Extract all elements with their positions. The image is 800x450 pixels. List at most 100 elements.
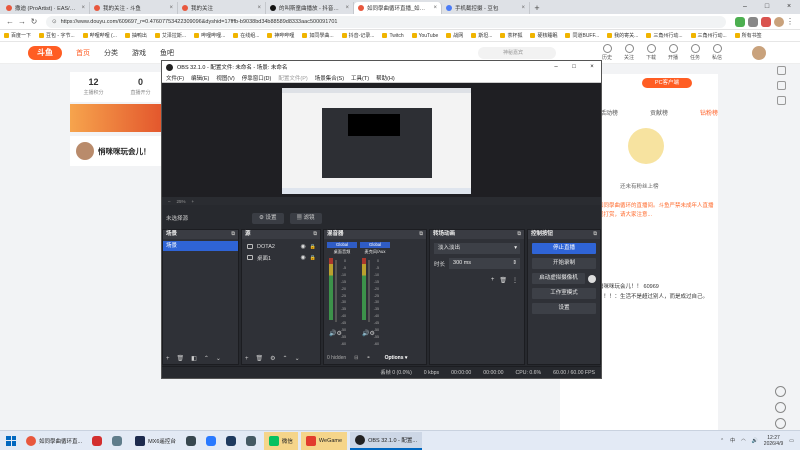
bookmark[interactable]: 神哔哔哩	[267, 32, 294, 39]
browser-tab[interactable]: 我的关注 - 斗鱼 ×	[90, 2, 178, 14]
bookmark[interactable]: 三角州行动...	[690, 32, 727, 39]
close-tab-icon[interactable]: ×	[433, 5, 437, 11]
notification-icon[interactable]: ▭	[789, 438, 794, 444]
menu-docks[interactable]: 停靠窗口(D)	[242, 74, 272, 82]
history-icon[interactable]: 历史	[596, 44, 618, 61]
task-icon[interactable]: 任务	[684, 44, 706, 61]
dock-float-icon[interactable]: ⧉	[593, 230, 597, 239]
broadcast-icon[interactable]: 开播	[662, 44, 684, 61]
maximize-button[interactable]: □	[756, 0, 778, 13]
new-tab-button[interactable]: +	[530, 2, 544, 14]
browser-tab[interactable]: 手机截控摄 - 豆包 ×	[442, 2, 530, 14]
nav-home[interactable]: 首页	[76, 48, 90, 58]
remove-icon[interactable]: 🗑	[177, 355, 185, 362]
studio-mode-button[interactable]: 工作室模式	[532, 288, 596, 299]
bookmark[interactable]: 硬核睡眠	[530, 32, 557, 39]
zoom-out-icon[interactable]: –	[168, 199, 171, 204]
feedback-icon[interactable]	[775, 386, 786, 397]
minimize-button[interactable]: –	[547, 64, 565, 70]
taskbar-app-wechat[interactable]: 微信	[263, 431, 298, 450]
menu-icon[interactable]: ⋮	[784, 17, 796, 26]
add-icon[interactable]: +	[245, 356, 249, 362]
menu-help[interactable]: 帮助(H)	[376, 74, 395, 82]
remove-icon[interactable]: 🗑	[499, 277, 507, 284]
douyu-logo[interactable]: 斗鱼	[28, 45, 62, 60]
tab-activity-rank[interactable]: 活动榜	[600, 108, 618, 117]
bookmark[interactable]: 豆包 - 字节...	[39, 32, 75, 39]
taskbar-app-icon[interactable]	[112, 435, 123, 446]
steam-icon[interactable]	[225, 435, 236, 446]
back-icon[interactable]: ←	[4, 17, 16, 26]
close-button[interactable]: ×	[778, 0, 800, 13]
promo-banner[interactable]	[70, 104, 164, 132]
bookmark[interactable]: 战网	[446, 32, 463, 39]
network-icon[interactable]: ◠	[741, 438, 745, 444]
bookmark[interactable]: 在线组...	[233, 32, 259, 39]
download-icon[interactable]: 下载	[640, 44, 662, 61]
close-tab-icon[interactable]: ×	[81, 5, 85, 11]
taskbar-app-icon[interactable]	[185, 435, 196, 446]
minimize-button[interactable]: –	[734, 0, 756, 13]
clock[interactable]: 12:27 2026/4/9	[764, 435, 783, 447]
add-icon[interactable]: +	[166, 356, 170, 362]
tray-chevron-icon[interactable]: ⌃	[720, 438, 724, 444]
lock-icon[interactable]: 🔒	[310, 244, 316, 250]
bookmark[interactable]: YouTube	[411, 33, 438, 39]
tab-diamond-rank[interactable]: 钻粉榜	[700, 108, 718, 117]
lock-icon[interactable]: 🔒	[310, 255, 316, 261]
mute-speaker-icon[interactable]: 🔊⚙	[362, 330, 375, 337]
visibility-eye-icon[interactable]: ◉	[301, 243, 306, 250]
stop-streaming-button[interactable]: 停止直播	[532, 243, 596, 254]
bookmark[interactable]: 抖音-记录...	[341, 32, 374, 39]
volume-fader[interactable]	[335, 260, 337, 322]
service-icon[interactable]	[775, 418, 786, 429]
user-avatar[interactable]	[752, 46, 766, 60]
maximize-button[interactable]: □	[565, 64, 583, 70]
zoom-in-icon[interactable]: +	[192, 199, 195, 204]
menu-edit[interactable]: 编辑(E)	[191, 74, 209, 82]
volume-fader[interactable]	[368, 260, 370, 322]
streamer-avatar[interactable]	[76, 142, 94, 160]
transition-select[interactable]: 淡入淡出 ▾	[434, 243, 520, 254]
menu-view[interactable]: 视图(V)	[216, 74, 234, 82]
dock-float-icon[interactable]: ⧉	[231, 230, 235, 239]
menu-file[interactable]: 文件(F)	[166, 74, 184, 82]
tab-contribution-rank[interactable]: 贡献榜	[650, 108, 668, 117]
close-tab-icon[interactable]: ×	[521, 5, 525, 11]
spin-arrows-icon[interactable]: ⇕	[512, 258, 517, 269]
rail-icon[interactable]	[776, 96, 786, 105]
start-recording-button[interactable]: 开始录制	[532, 258, 596, 269]
nav-games[interactable]: 游戏	[132, 48, 146, 58]
extension-icon[interactable]	[761, 16, 771, 27]
taskbar-app-mx6[interactable]: MX6遥控台	[130, 432, 181, 450]
rail-icon[interactable]	[776, 81, 786, 90]
close-tab-icon[interactable]: ×	[345, 5, 349, 11]
taskbar-app-icon[interactable]	[92, 435, 103, 446]
bookmark[interactable]: 哔哩哔哩...	[194, 32, 225, 39]
taskbar-app-obs[interactable]: OBS 32.1.0 - 配置...	[350, 431, 422, 450]
bookmark[interactable]: 抽鸭出	[124, 32, 147, 39]
menu-profile[interactable]: 配置文件(P)	[278, 74, 307, 82]
mixer-link-icon[interactable]: ⚭	[366, 355, 370, 361]
menu-tools[interactable]: 工具(T)	[351, 74, 369, 82]
extension-icon[interactable]	[748, 16, 758, 27]
move-down-icon[interactable]: ⌄	[216, 355, 221, 362]
input-language[interactable]: 中	[730, 437, 735, 444]
duration-spinbox[interactable]: 300 ms ⇕	[449, 258, 520, 269]
close-button[interactable]: ×	[583, 64, 601, 70]
settings-button[interactable]: 设置	[532, 303, 596, 314]
pc-client-button[interactable]: PC客户端	[642, 78, 692, 88]
bookmark[interactable]: 百度一下	[4, 32, 31, 39]
move-up-icon[interactable]: ⌃	[204, 355, 209, 362]
bookmark[interactable]: 茶杯狐	[500, 32, 522, 39]
browser-tab[interactable]: 撒迪 (ProArtist) · EAS/三二... ×	[2, 2, 90, 14]
close-tab-icon[interactable]: ×	[257, 5, 261, 11]
menu-scene-collection[interactable]: 场景集合(S)	[315, 74, 344, 82]
preview-canvas[interactable]	[282, 88, 471, 194]
bookmark[interactable]: 斯坦...	[471, 32, 492, 39]
rail-icon[interactable]	[776, 66, 786, 75]
nav-category[interactable]: 分类	[104, 48, 118, 58]
more-icon[interactable]: ⋮	[512, 277, 518, 284]
source-item[interactable]: 桌面1 ◉ 🔒	[242, 252, 320, 263]
filter-icon[interactable]: ◧	[191, 355, 197, 362]
